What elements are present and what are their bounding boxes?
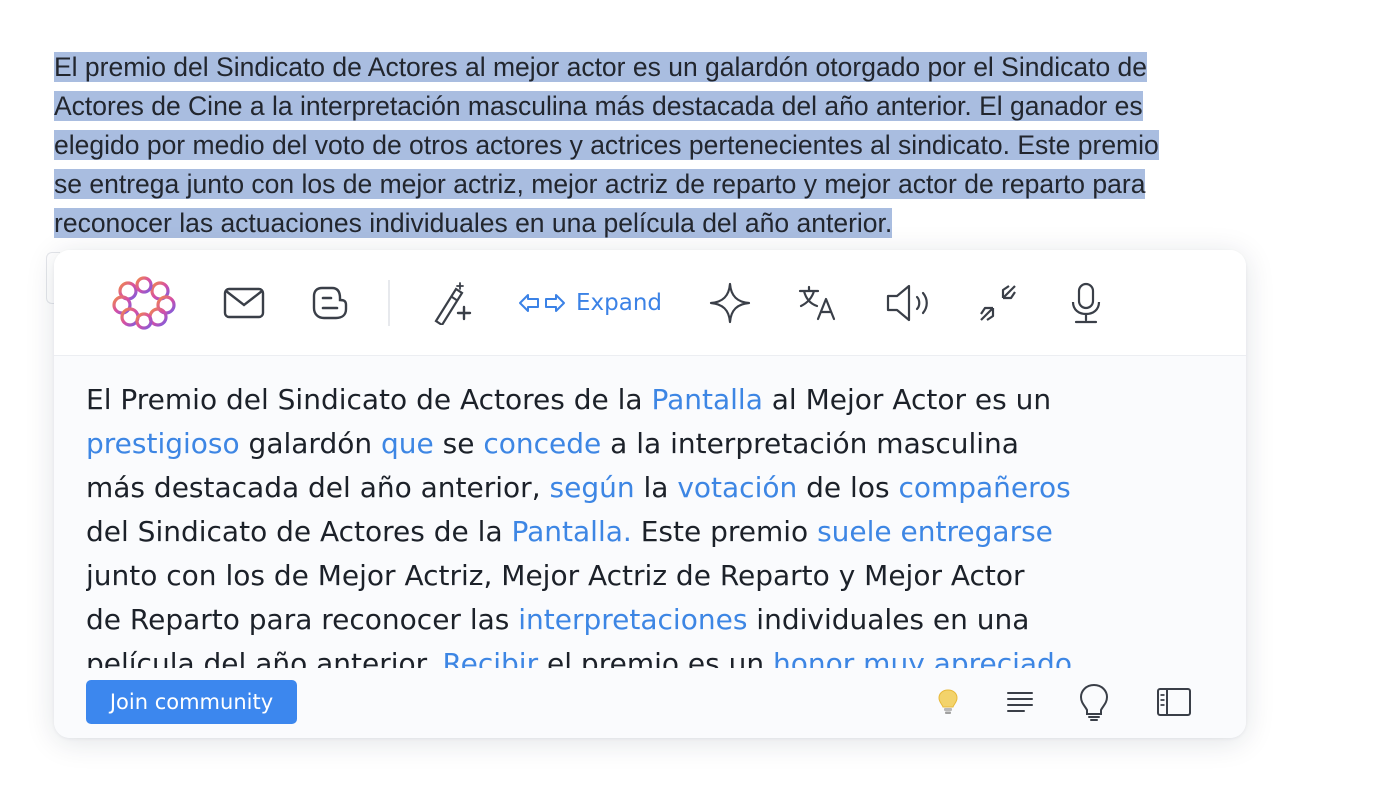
- result-segment: al Mejor Actor es un: [762, 383, 1052, 416]
- result-line: más destacada del año anterior, según la…: [86, 466, 1206, 510]
- result-line: de Reparto para reconocer las interpreta…: [86, 598, 1206, 642]
- toolbar: Expand: [54, 250, 1246, 356]
- speaker-icon[interactable]: [884, 278, 934, 328]
- sidebar-panel-icon[interactable]: [1154, 682, 1194, 722]
- result-segment: junto con los de Mejor Actriz, Mejor Act…: [86, 559, 1025, 592]
- brain-logo-icon[interactable]: [106, 276, 182, 330]
- changed-word: Pantalla: [651, 383, 763, 416]
- lightbulb-icon[interactable]: [928, 682, 968, 722]
- shrink-arrows-icon[interactable]: [976, 278, 1020, 328]
- changed-word: honor muy apreciado: [773, 647, 1072, 668]
- result-segment: de Reparto para reconocer las: [86, 603, 519, 636]
- changed-word: Recibir: [442, 647, 539, 668]
- result-segment: El Premio del Sindicato de Actores de la: [86, 383, 652, 416]
- toolbar-divider: [388, 280, 390, 326]
- blogger-icon[interactable]: [310, 278, 350, 328]
- result-segment: del Sindicato de Actores de la: [86, 515, 512, 548]
- result-segment: más destacada del año anterior,: [86, 471, 550, 504]
- source-line: reconocer las actuaciones individuales e…: [54, 208, 893, 238]
- changed-word: compañeros: [898, 471, 1071, 504]
- changed-word: que: [381, 427, 434, 460]
- sparkle-icon[interactable]: [708, 278, 752, 328]
- magic-wand-icon[interactable]: [428, 278, 476, 328]
- source-line: elegido por medio del voto de otros acto…: [54, 130, 1159, 160]
- changed-word: según: [549, 471, 635, 504]
- result-line: El Premio del Sindicato de Actores de la…: [86, 378, 1206, 422]
- result-line: del Sindicato de Actores de la Pantalla.…: [86, 510, 1206, 554]
- result-scroll[interactable]: El Premio del Sindicato de Actores de la…: [86, 378, 1206, 668]
- expand-button[interactable]: Expand: [514, 278, 666, 328]
- expanded-result-text: El Premio del Sindicato de Actores de la…: [86, 378, 1206, 668]
- changed-word: votación: [677, 471, 798, 504]
- source-line: El premio del Sindicato de Actores al me…: [54, 52, 1148, 82]
- microphone-icon[interactable]: [1064, 278, 1108, 328]
- ai-assistant-panel: Expand El Premio del Sindicato de Actore…: [54, 250, 1246, 738]
- result-segment: la: [634, 471, 678, 504]
- mail-icon[interactable]: [220, 278, 268, 328]
- changed-word: Pantalla.: [511, 515, 632, 548]
- changed-word: concede: [483, 427, 602, 460]
- result-line: película del año anterior. Recibir el pr…: [86, 642, 1206, 668]
- result-segment: de los: [797, 471, 899, 504]
- result-line: junto con los de Mejor Actriz, Mejor Act…: [86, 554, 1206, 598]
- result-segment: se: [433, 427, 484, 460]
- changed-word: interpretaciones: [518, 603, 748, 636]
- result-area: El Premio del Sindicato de Actores de la…: [54, 356, 1246, 738]
- result-line: prestigioso galardón que se concede a la…: [86, 422, 1206, 466]
- bulb-outline-icon[interactable]: [1074, 682, 1114, 722]
- expand-label: Expand: [575, 290, 662, 316]
- changed-word: suele entregarse: [817, 515, 1053, 548]
- result-segment: individuales en una: [747, 603, 1030, 636]
- result-segment: a la interpretación masculina: [601, 427, 1019, 460]
- result-segment: película del año anterior.: [86, 647, 443, 668]
- result-segment: el premio es un: [538, 647, 774, 668]
- result-segment: Este premio: [631, 515, 818, 548]
- result-segment: galardón: [239, 427, 381, 460]
- join-community-button[interactable]: Join community: [86, 680, 297, 724]
- text-align-icon[interactable]: [1000, 682, 1040, 722]
- source-line: Actores de Cine a la interpretación masc…: [54, 91, 1143, 121]
- source-line: se entrega junto con los de mejor actriz…: [54, 169, 1146, 199]
- changed-word: prestigioso: [86, 427, 240, 460]
- translate-icon[interactable]: [796, 278, 840, 328]
- selected-source-text: El premio del Sindicato de Actores al me…: [54, 48, 1284, 243]
- expand-arrows-icon: [518, 293, 566, 313]
